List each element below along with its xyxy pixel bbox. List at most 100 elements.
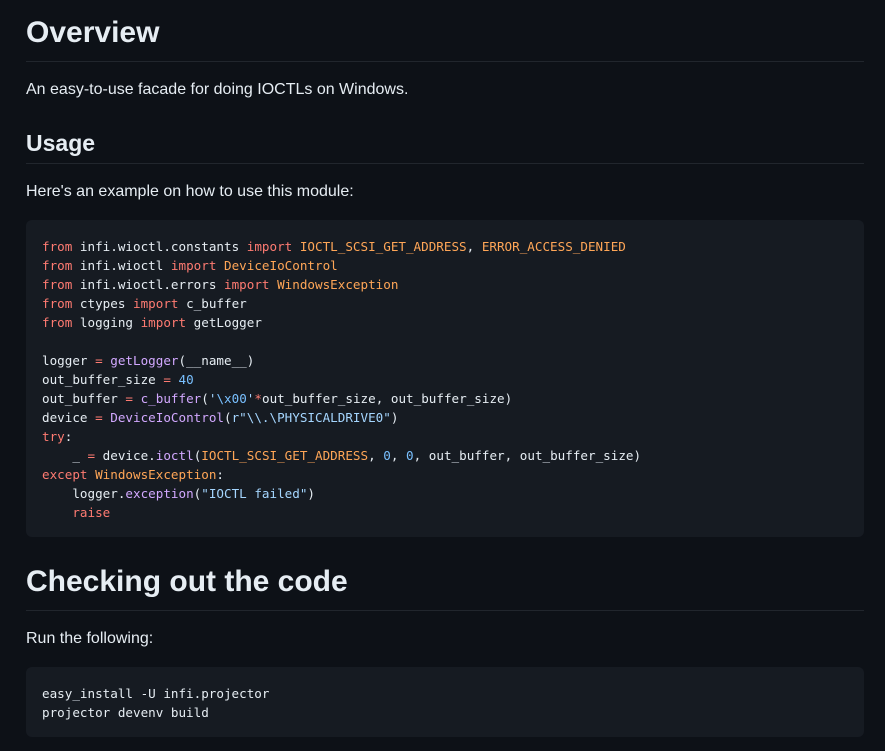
code-token: WindowsException (277, 277, 399, 292)
code-line: from logging import getLogger (42, 313, 848, 332)
code-token: WindowsException (95, 467, 217, 482)
code-token: : (64, 429, 73, 444)
code-token: from (42, 258, 73, 273)
code-token: ERROR_ACCESS_DENIED (481, 239, 626, 254)
code-token: infi.wioctl.errors (72, 277, 224, 292)
code-token: ( (201, 391, 209, 406)
code-line: _ = device.ioctl(IOCTL_SCSI_GET_ADDRESS,… (42, 446, 848, 465)
code-line: raise (42, 503, 848, 522)
code-token: from (42, 296, 73, 311)
code-token: try (42, 429, 65, 444)
checkout-heading-divider (26, 610, 864, 611)
overview-description: An easy-to-use facade for doing IOCTLs o… (26, 81, 409, 98)
readme-content: Overview An easy-to-use facade for doing… (0, 0, 885, 751)
code-token: ( (224, 410, 232, 425)
code-token: = (87, 448, 96, 463)
code-token: projector devenv build (42, 705, 209, 720)
code-line: from infi.wioctl.constants import IOCTL_… (42, 237, 848, 256)
checkout-code: easy_install -U infi.projector projector … (42, 684, 848, 722)
usage-code-block[interactable]: from infi.wioctl.constants import IOCTL_… (26, 220, 864, 537)
code-token: infi.wioctl.constants (72, 239, 247, 254)
code-token: out_buffer_size (42, 372, 164, 387)
code-token: ctypes (72, 296, 134, 311)
code-token: * (254, 391, 262, 406)
code-token: from (42, 315, 73, 330)
code-line: from infi.wioctl.errors import WindowsEx… (42, 275, 848, 294)
code-line: logger.exception("IOCTL failed") (42, 484, 848, 503)
overview-heading: Overview (26, 16, 160, 49)
code-line: except WindowsException: (42, 465, 848, 484)
code-line: device = DeviceIoControl(r"\\.\PHYSICALD… (42, 408, 848, 427)
code-line: logger = getLogger(__name__) (42, 351, 848, 370)
code-token: , (390, 448, 407, 463)
code-token: "IOCTL failed" (201, 486, 308, 501)
code-token: infi.wioctl (72, 258, 171, 273)
code-token: out_buffer_size, out_buffer_size) (261, 391, 513, 406)
code-token: , (466, 239, 482, 254)
code-token: c_buffer (140, 391, 202, 406)
code-token: IOCTL_SCSI_GET_ADDRESS (201, 448, 369, 463)
code-token: import (133, 296, 179, 311)
code-token: _ (42, 448, 88, 463)
code-line: out_buffer = c_buffer('\x00'*out_buffer_… (42, 389, 848, 408)
code-token: : (216, 467, 225, 482)
usage-heading-divider (26, 163, 864, 164)
code-token: DeviceIoControl (110, 410, 224, 425)
overview-heading-divider (26, 61, 864, 62)
usage-intro: Here's an example on how to use this mod… (26, 183, 354, 200)
code-token: from (42, 239, 73, 254)
code-token: getLogger (186, 315, 262, 330)
code-token: IOCTL_SCSI_GET_ADDRESS (299, 239, 467, 254)
code-token: r"\\.\PHYSICALDRIVE0" (231, 410, 391, 425)
code-token: out_buffer (42, 391, 126, 406)
checkout-intro: Run the following: (26, 630, 154, 647)
code-token: 0 (383, 448, 391, 463)
code-line: easy_install -U infi.projector (42, 684, 848, 703)
code-token: ioctl (155, 448, 194, 463)
code-token: ) (390, 410, 399, 425)
code-token: = (125, 391, 133, 406)
code-token: logger. (42, 486, 126, 501)
code-line: projector devenv build (42, 703, 848, 722)
code-token: , out_buffer, out_buffer_size) (413, 448, 642, 463)
code-token: 40 (178, 372, 194, 387)
code-token: import (246, 239, 293, 254)
code-token: device. (95, 448, 156, 463)
code-token: import (170, 258, 217, 273)
code-token: exception (125, 486, 194, 501)
code-line: from ctypes import c_buffer (42, 294, 848, 313)
code-token: logger (42, 353, 96, 368)
code-token: import (224, 277, 270, 292)
code-token: from (42, 277, 73, 292)
code-token: c_buffer (178, 296, 247, 311)
code-token: logging (72, 315, 141, 330)
code-token: device (42, 410, 96, 425)
code-token: , (368, 448, 384, 463)
code-token: easy_install -U infi.projector (42, 686, 270, 701)
code-token: import (140, 315, 187, 330)
code-token: \x00 (216, 391, 247, 406)
code-token: (__name__) (178, 353, 255, 368)
code-token: DeviceIoControl (224, 258, 338, 273)
code-token: = (95, 353, 103, 368)
checkout-code-block[interactable]: easy_install -U infi.projector projector … (26, 667, 864, 737)
code-token: getLogger (110, 353, 179, 368)
code-token: raise (72, 505, 111, 520)
usage-heading: Usage (26, 130, 96, 156)
code-line: try: (42, 427, 848, 446)
code-token: 0 (406, 448, 414, 463)
code-line: from infi.wioctl import DeviceIoControl (42, 256, 848, 275)
code-token: = (163, 372, 171, 387)
checkout-heading: Checking out the code (26, 565, 348, 598)
code-token: except (42, 467, 88, 482)
code-line: out_buffer_size = 40 (42, 370, 848, 389)
code-token: = (95, 410, 103, 425)
